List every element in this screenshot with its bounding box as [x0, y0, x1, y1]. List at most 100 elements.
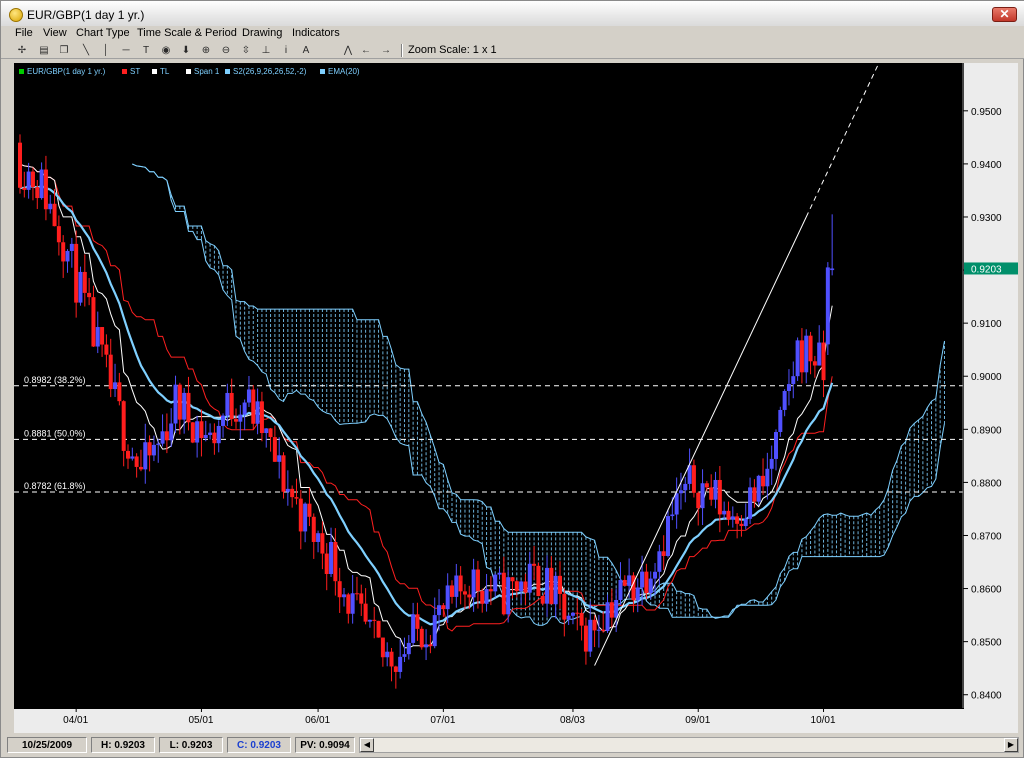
crosshair-icon[interactable]: ✢ [13, 43, 31, 58]
fit-icon[interactable]: ⇳ [237, 43, 255, 58]
candle-body [147, 442, 152, 456]
candle-body [35, 187, 40, 199]
candle-body [674, 493, 679, 515]
candle-body [82, 271, 87, 293]
candle-body [501, 572, 506, 615]
candle-body [497, 572, 502, 575]
x-tick-label: 09/01 [685, 715, 710, 726]
arrow-down-icon[interactable]: ⬇ [177, 43, 195, 58]
y-tick-label: 0.9400 [971, 160, 1002, 171]
candle-body [104, 344, 109, 355]
candle-body [795, 340, 800, 377]
candle-body [799, 340, 804, 373]
title-bar[interactable]: EUR/GBP(1 day 1 yr.) ✕ [1, 1, 1024, 29]
candle-body [117, 382, 122, 402]
menu-chart-type[interactable]: Chart Type [76, 27, 130, 39]
candle-body [735, 516, 740, 524]
menu-bar: File View Chart Type Time Scale & Period… [1, 26, 1024, 59]
candle-body [618, 579, 623, 600]
candle-body [134, 456, 139, 467]
candle-body [311, 516, 316, 542]
candle-body [765, 468, 770, 487]
scroll-right-button[interactable]: ▶ [1004, 738, 1018, 752]
menu-file[interactable]: File [15, 27, 33, 39]
fib-level-label: 0.8881 (50.0%) [24, 428, 86, 438]
anchor-icon[interactable]: ⊥ [257, 43, 275, 58]
scroll-left-button[interactable]: ◀ [360, 738, 374, 752]
x-tick-label: 05/01 [188, 715, 213, 726]
copy-icon[interactable]: ❐ [55, 43, 73, 58]
candle-body [488, 589, 493, 592]
menu-drawing[interactable]: Drawing [242, 27, 282, 39]
candle-body [350, 593, 355, 614]
candle-body [268, 428, 273, 438]
candle-body [437, 605, 442, 616]
candle-body [825, 267, 830, 345]
candle-body [398, 656, 403, 672]
zoom-in-icon[interactable]: ⊕ [197, 43, 215, 58]
candle-body [138, 466, 143, 470]
candle-body [514, 581, 519, 592]
menu-view[interactable]: View [43, 27, 67, 39]
chart-wave-icon[interactable]: ⋀ [339, 43, 357, 58]
candle-body [653, 571, 658, 579]
chart-area[interactable]: 0.8982 (38.2%) 0.8881 (50.0%) 0.8782 (61.8… [14, 63, 1018, 733]
target-icon[interactable]: ◉ [157, 43, 175, 58]
candle-body [26, 171, 31, 190]
candle-body [804, 335, 809, 373]
candle-body [739, 523, 744, 527]
y-tick-label: 0.9000 [971, 372, 1002, 383]
candle-body [229, 392, 234, 420]
candle-body [285, 488, 290, 492]
candle-body [164, 431, 169, 441]
zoom-out-icon[interactable]: ⊖ [217, 43, 235, 58]
candle-body [558, 575, 562, 594]
x-tick-label: 04/01 [63, 715, 88, 726]
candle-body [432, 615, 437, 647]
scroll-left-icon[interactable]: ← [357, 43, 375, 58]
menu-indicators[interactable]: Indicators [292, 27, 340, 39]
candle-body [346, 594, 351, 614]
candle-body [545, 567, 550, 604]
y-tick-label: 0.8600 [971, 585, 1002, 596]
y-tick-label: 0.8400 [971, 691, 1002, 702]
candle-body [74, 243, 79, 303]
candle-body [208, 432, 213, 435]
legend-swatch [152, 69, 157, 74]
info-icon[interactable]: i [277, 43, 295, 58]
candle-body [726, 510, 731, 520]
text-tool-icon[interactable]: T [137, 43, 155, 58]
status-high: H: 0.9203 [91, 737, 155, 753]
candle-body [609, 602, 614, 618]
candle-body [380, 637, 385, 658]
menu-time-scale[interactable]: Time Scale & Period [137, 27, 237, 39]
candle-body [190, 422, 195, 443]
candle-body [570, 612, 575, 616]
candle-body [342, 594, 346, 598]
candle-body [821, 342, 826, 381]
print-icon[interactable]: ▤ [35, 43, 53, 58]
scroll-right-icon[interactable]: → [377, 43, 395, 58]
horizontal-line-icon[interactable]: ─ [117, 43, 135, 58]
candle-body [329, 542, 334, 574]
horizontal-scrollbar[interactable]: ◀ ▶ [359, 737, 1019, 753]
candle-body [18, 142, 22, 188]
candle-body [648, 578, 653, 593]
price-chart[interactable]: 0.8982 (38.2%) 0.8881 (50.0%) 0.8782 (61.8… [14, 63, 1018, 733]
candle-body [298, 498, 303, 532]
candle-body [294, 497, 299, 499]
candle-body [475, 569, 480, 591]
candle-body [532, 563, 537, 566]
candle-body [281, 455, 286, 492]
vertical-line-icon[interactable]: │ [97, 43, 115, 58]
font-icon[interactable]: A [297, 43, 315, 58]
candle-body [182, 392, 187, 420]
candle-body [195, 421, 200, 443]
close-button[interactable]: ✕ [992, 7, 1017, 22]
candle-body [428, 644, 433, 647]
candle-body [367, 619, 372, 622]
candle-body [519, 581, 524, 592]
zoom-scale-label: Zoom Scale: 1 x 1 [408, 44, 497, 56]
candle-body [635, 587, 640, 601]
trendline-icon[interactable]: ╲ [77, 43, 95, 58]
